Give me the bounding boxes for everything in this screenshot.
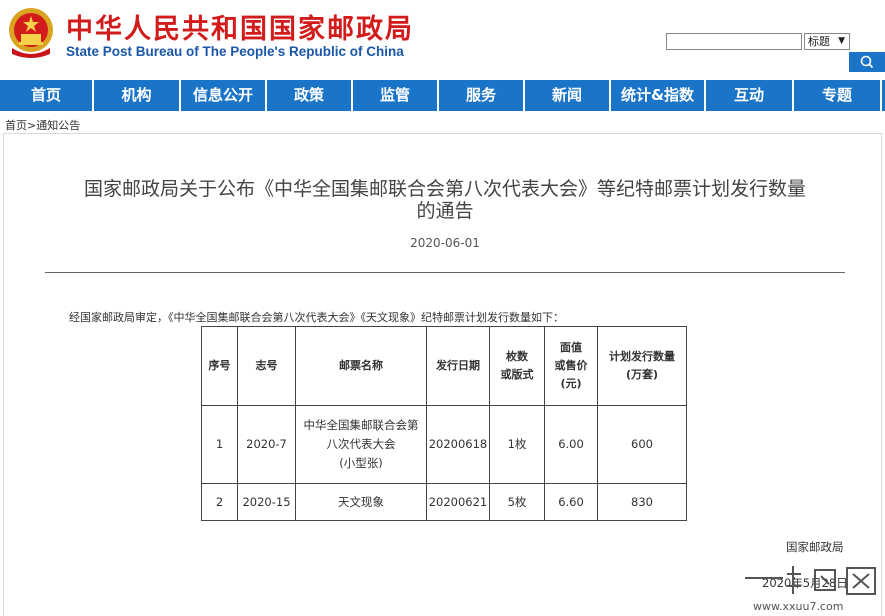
table-header-row: 序号 志号 邮票名称 发行日期 枚数 或版式 面值 或售价 (元) 计划发行数量 (万套… — [201, 326, 687, 406]
search-type-value: 标题 — [808, 35, 830, 48]
stamp-issue-table: 序号 志号 邮票名称 发行日期 枚数 或版式 面值 或售价 (元) 计划发行数量 (万套… — [201, 326, 687, 521]
nav-item-regulation[interactable]: 监管 — [353, 80, 437, 111]
site-title: 中华人民共和国国家邮政局 — [66, 14, 414, 45]
breadcrumb-separator: > — [27, 119, 37, 132]
article-date: 2020-06-01 — [410, 236, 480, 250]
main-nav: 首页 机构 信息公开 政策 监管 服务 新闻 统计&指数 互动 专题 — [0, 80, 885, 111]
table-cell: 830 — [597, 483, 687, 521]
table-cell: 天文现象 — [295, 483, 427, 521]
search-icon — [860, 55, 874, 69]
nav-item-statistics[interactable]: 统计&指数 — [611, 80, 704, 111]
chevron-down-icon: ▼ — [838, 36, 845, 46]
table-header: 面值 或售价 (元) — [544, 326, 598, 406]
breadcrumb: 首页>通知公告 — [5, 117, 80, 133]
table-cell: 1 — [201, 405, 238, 484]
watermark-text: www.xxuu7.com — [753, 600, 843, 613]
table-cell: 20200621 — [426, 483, 490, 521]
nav-item-service[interactable]: 服务 — [439, 80, 523, 111]
table-cell: 20200618 — [426, 405, 490, 484]
search-type-select[interactable]: 标题 ▼ — [804, 33, 850, 50]
nav-item-policy[interactable]: 政策 — [267, 80, 351, 111]
table-header: 发行日期 — [426, 326, 490, 406]
article-title-line: 的通告 — [416, 200, 474, 222]
breadcrumb-current[interactable]: 通知公告 — [36, 119, 80, 132]
nav-item-interaction[interactable]: 互动 — [706, 80, 792, 111]
table-cell: 中华全国集邮联合会第 八次代表大会 (小型张) — [295, 405, 427, 484]
nav-separator — [880, 80, 882, 111]
table-header: 序号 — [201, 326, 238, 406]
nav-item-news[interactable]: 新闻 — [525, 80, 609, 111]
watermark-logo: www.xxuu7.com — [745, 566, 876, 613]
table-row: 1 2020-7 中华全国集邮联合会第 八次代表大会 (小型张) 20200618 … — [201, 405, 687, 484]
article-title: 国家邮政局关于公布《中华全国集邮联合会第八次代表大会》等纪特邮票计划发行数量 的… — [40, 178, 850, 222]
nav-item-organization[interactable]: 机构 — [94, 80, 179, 111]
table-row: 2 2020-15 天文现象 20200621 5枚 6.60 830 — [201, 483, 687, 521]
table-cell: 2020-15 — [237, 483, 296, 521]
article-intro: 经国家邮政局审定，《中华全国集邮联合会第八次代表大会》《天文现象》纪特邮票计划发… — [69, 311, 564, 324]
table-header: 志号 — [237, 326, 296, 406]
table-cell: 6.60 — [544, 483, 598, 521]
title-divider — [45, 272, 845, 273]
table-cell: 6.00 — [544, 405, 598, 484]
table-cell: 1枚 — [489, 405, 545, 484]
nav-item-topics[interactable]: 专题 — [794, 80, 880, 111]
article-title-line: 国家邮政局关于公布《中华全国集邮联合会第八次代表大会》等纪特邮票计划发行数量 — [83, 178, 806, 200]
search-button[interactable] — [849, 52, 885, 72]
national-emblem-icon — [9, 8, 53, 58]
table-header: 计划发行数量 (万套) — [597, 326, 687, 406]
table-cell: 2020-7 — [237, 405, 296, 484]
table-cell: 600 — [597, 405, 687, 484]
table-header: 邮票名称 — [295, 326, 427, 406]
table-header: 枚数 或版式 — [489, 326, 545, 406]
site-header: 中华人民共和国国家邮政局 State Post Bureau of The Pe… — [0, 0, 885, 78]
signer: 国家邮政局 — [786, 540, 844, 554]
site-subtitle: State Post Bureau of The People's Republ… — [66, 44, 404, 59]
nav-item-disclosure[interactable]: 信息公开 — [181, 80, 265, 111]
search-input[interactable] — [666, 33, 802, 50]
table-cell: 5枚 — [489, 483, 545, 521]
breadcrumb-home[interactable]: 首页 — [5, 119, 27, 132]
nav-item-home[interactable]: 首页 — [0, 80, 92, 111]
table-cell: 2 — [201, 483, 238, 521]
